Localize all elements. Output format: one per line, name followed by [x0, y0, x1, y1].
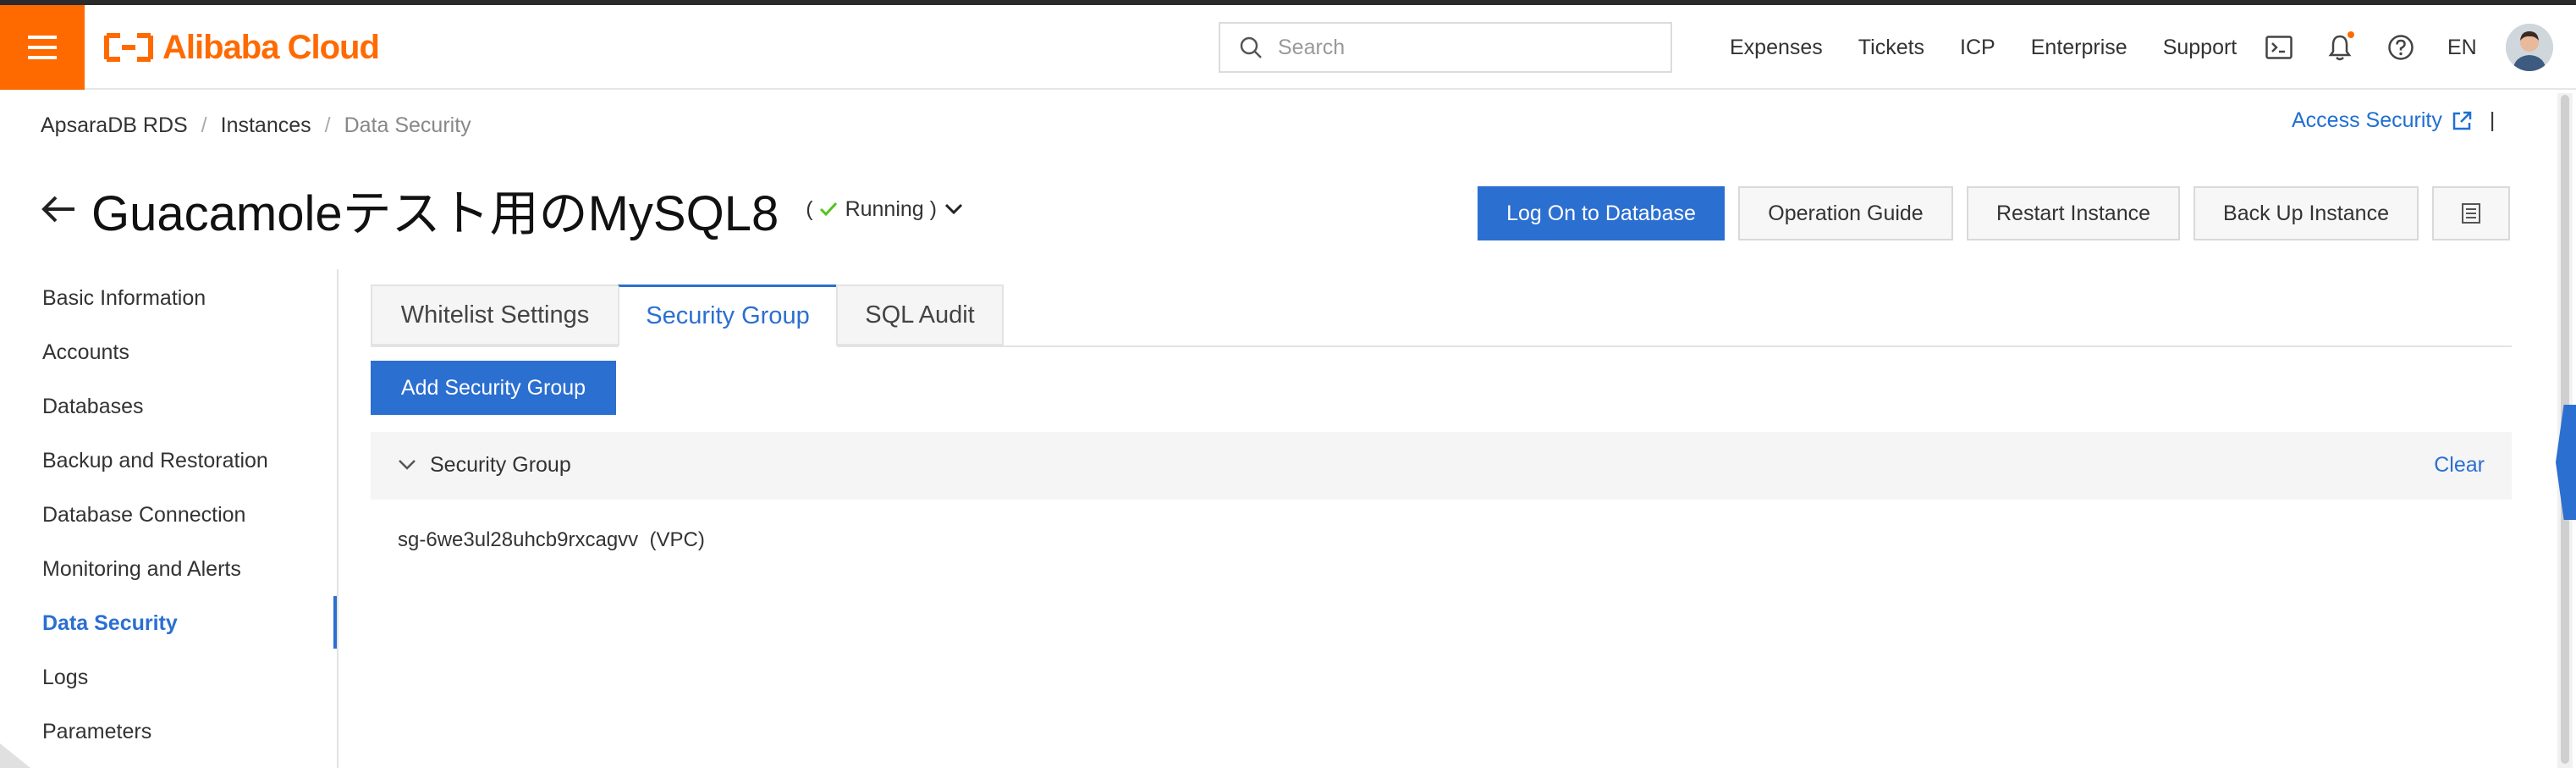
- security-group-panel-header[interactable]: Security Group Clear: [371, 432, 2512, 500]
- add-security-group-button[interactable]: Add Security Group: [371, 361, 616, 415]
- left-nav: Basic Information Accounts Databases Bac…: [0, 269, 339, 768]
- back-arrow-icon[interactable]: [39, 194, 76, 224]
- tab-security-group[interactable]: Security Group: [618, 285, 838, 347]
- nav-link-enterprise[interactable]: Enterprise: [2031, 36, 2127, 60]
- list-icon: [2462, 203, 2480, 224]
- tab-sql-audit[interactable]: SQL Audit: [836, 285, 1004, 345]
- breadcrumb-separator: /: [324, 113, 331, 137]
- check-icon: [819, 202, 837, 217]
- page-title: Guacamoleテスト用のMySQL8: [91, 186, 779, 241]
- corner-decoration: [0, 743, 30, 768]
- top-icons: EN: [2265, 5, 2553, 90]
- security-group-entry: sg-6we3ul28uhcb9rxcagvv (VPC): [398, 528, 705, 551]
- nav-monitoring-and-alerts[interactable]: Monitoring and Alerts: [42, 557, 241, 582]
- access-divider: |: [2489, 108, 2496, 132]
- notification-dot: [2348, 31, 2354, 38]
- access-security-link[interactable]: Access Security |: [2292, 108, 2495, 133]
- restart-instance-button[interactable]: Restart Instance: [1967, 186, 2180, 240]
- more-actions-button[interactable]: [2432, 186, 2510, 240]
- search-input[interactable]: [1276, 34, 1652, 61]
- tab-whitelist-settings[interactable]: Whitelist Settings: [371, 285, 619, 345]
- nav-link-tickets[interactable]: Tickets: [1858, 36, 1924, 60]
- logo-text: Alibaba Cloud: [162, 28, 380, 66]
- tab-bar: Whitelist Settings Security Group SQL Au…: [371, 285, 2512, 347]
- chevron-down-icon[interactable]: [396, 454, 418, 476]
- breadcrumb-data-security: Data Security: [344, 113, 471, 137]
- nav-link-support[interactable]: Support: [2163, 36, 2237, 60]
- title-row: Guacamoleテスト用のMySQL8 ( Running ): [39, 180, 964, 241]
- notification-bell-icon[interactable]: [2326, 31, 2354, 62]
- panel-title: Security Group: [430, 453, 571, 477]
- nav-backup-and-restoration[interactable]: Backup and Restoration: [42, 449, 268, 473]
- nav-accounts[interactable]: Accounts: [42, 340, 129, 365]
- nav-logs[interactable]: Logs: [42, 666, 88, 690]
- chevron-down-icon: [944, 203, 963, 215]
- operation-guide-button[interactable]: Operation Guide: [1738, 186, 1953, 240]
- breadcrumb-instances[interactable]: Instances: [221, 113, 311, 138]
- menu-icon: [28, 36, 57, 59]
- instance-status[interactable]: ( Running ): [806, 197, 964, 222]
- nav-link-expenses[interactable]: Expenses: [1730, 36, 1823, 60]
- nav-parameters[interactable]: Parameters: [42, 720, 151, 744]
- log-on-to-database-button[interactable]: Log On to Database: [1478, 186, 1725, 240]
- breadcrumb-apsaradb-rds[interactable]: ApsaraDB RDS: [41, 113, 188, 138]
- top-nav-links: Expenses Tickets ICP Enterprise Support: [1730, 5, 2272, 90]
- top-bar: Alibaba Cloud Expenses Tickets ICP Enter…: [0, 5, 2576, 90]
- nav-basic-information[interactable]: Basic Information: [42, 286, 206, 311]
- breadcrumb-separator: /: [201, 113, 207, 137]
- help-icon[interactable]: [2386, 33, 2415, 62]
- search-box[interactable]: [1219, 22, 1672, 73]
- user-avatar[interactable]: [2505, 24, 2553, 71]
- external-link-icon: [2452, 111, 2472, 130]
- access-security-label: Access Security: [2292, 108, 2442, 132]
- terminal-icon[interactable]: [2265, 33, 2293, 62]
- nav-databases[interactable]: Databases: [42, 395, 144, 419]
- nav-data-security[interactable]: Data Security: [42, 611, 178, 636]
- status-open-paren: (: [806, 196, 813, 221]
- breadcrumb: ApsaraDB RDS / Instances / Data Security: [41, 113, 471, 138]
- back-up-instance-button[interactable]: Back Up Instance: [2193, 186, 2419, 240]
- clear-link[interactable]: Clear: [2434, 453, 2485, 478]
- language-switch[interactable]: EN: [2447, 36, 2477, 60]
- alibaba-cloud-logo[interactable]: Alibaba Cloud: [103, 28, 380, 66]
- action-buttons: Log On to Database Operation Guide Resta…: [1478, 186, 2510, 240]
- active-nav-indicator: [333, 596, 337, 649]
- hamburger-menu-button[interactable]: [0, 5, 85, 90]
- search-icon: [1240, 36, 1262, 58]
- nav-database-connection[interactable]: Database Connection: [42, 503, 245, 528]
- alibaba-logo-icon: [104, 33, 153, 62]
- nav-link-icp[interactable]: ICP: [1960, 36, 1995, 60]
- status-label: Running ): [845, 196, 937, 221]
